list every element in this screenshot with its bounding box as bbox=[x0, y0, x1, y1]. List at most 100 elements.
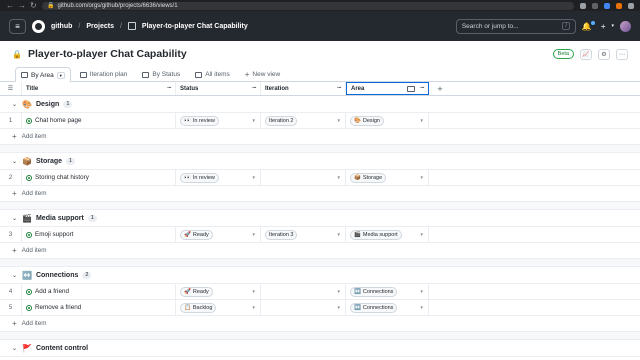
group-header[interactable]: ⌄ 🎬 Media support 1 bbox=[0, 210, 640, 227]
group-by-icon bbox=[407, 85, 415, 92]
chevron-down-icon[interactable]: ▼ bbox=[252, 232, 256, 237]
view-options-chevron-icon[interactable]: ▼ bbox=[56, 71, 65, 79]
chevron-down-icon[interactable]: ▼ bbox=[420, 175, 424, 180]
group-header[interactable]: ⌄ ↔️ Connections 2 bbox=[0, 267, 640, 284]
area-badge: 📦 Storage bbox=[350, 172, 387, 183]
table-row[interactable]: 3 Emoji support 🚀 Ready ▼ Iteration 3 ▼ 🎬 Media … bbox=[0, 227, 640, 243]
avatar[interactable] bbox=[620, 20, 631, 32]
tab-by-area[interactable]: By Area ▼ bbox=[15, 67, 71, 82]
back-icon[interactable]: ← bbox=[6, 1, 14, 10]
chevron-down-icon[interactable]: ▼ bbox=[252, 305, 256, 310]
column-menu-icon[interactable]: ··· bbox=[420, 85, 425, 92]
chevron-down-icon[interactable]: ▼ bbox=[337, 232, 341, 237]
iteration-cell[interactable]: Iteration 2 ▼ bbox=[261, 113, 346, 128]
settings-icon[interactable]: ⚙ bbox=[598, 48, 610, 60]
github-logo-icon[interactable] bbox=[32, 19, 45, 33]
column-menu-icon[interactable]: ··· bbox=[167, 85, 172, 92]
status-cell[interactable]: 👀 In review ▼ bbox=[176, 170, 261, 185]
group-header[interactable]: ⌄ 🚩 Content control bbox=[0, 340, 640, 357]
chevron-down-icon[interactable]: ▼ bbox=[252, 118, 256, 123]
chevron-down-icon[interactable]: ▼ bbox=[420, 289, 424, 294]
extension-icon[interactable] bbox=[604, 2, 610, 9]
title-cell[interactable]: Remove a friend bbox=[22, 300, 176, 315]
chevron-down-icon[interactable]: ▼ bbox=[420, 232, 424, 237]
profile-icon[interactable] bbox=[628, 2, 634, 9]
item-title[interactable]: Chat home page bbox=[35, 117, 82, 124]
area-cell[interactable]: ↔️ Connections ▼ bbox=[346, 300, 429, 315]
column-header-status[interactable]: Status ··· bbox=[176, 82, 261, 95]
breadcrumb-projects[interactable]: Projects bbox=[86, 23, 114, 30]
create-new-button[interactable]: + bbox=[601, 22, 606, 31]
item-title[interactable]: Add a friend bbox=[35, 288, 69, 295]
extension-icon[interactable] bbox=[580, 2, 586, 9]
area-cell[interactable]: 🎨 Design ▼ bbox=[346, 113, 429, 128]
item-title[interactable]: Emoji support bbox=[35, 231, 74, 238]
chevron-down-icon[interactable]: ▼ bbox=[337, 175, 341, 180]
add-item-button[interactable]: + Add item bbox=[0, 186, 640, 202]
tab-iteration-plan[interactable]: Iteration plan bbox=[74, 67, 134, 81]
chevron-down-icon[interactable]: ⌄ bbox=[12, 215, 18, 222]
iteration-cell[interactable]: ▼ bbox=[261, 284, 346, 299]
area-cell[interactable]: ↔️ Connections ▼ bbox=[346, 284, 429, 299]
chevron-down-icon[interactable]: ▼ bbox=[337, 118, 341, 123]
tab-by-status[interactable]: By Status bbox=[136, 67, 186, 81]
column-menu-icon[interactable]: ··· bbox=[252, 85, 257, 92]
area-cell[interactable]: 📦 Storage ▼ bbox=[346, 170, 429, 185]
chevron-down-icon[interactable]: ▼ bbox=[337, 305, 341, 310]
add-item-button[interactable]: + Add item bbox=[0, 243, 640, 259]
table-row[interactable]: 5 Remove a friend 📋 Backlog ▼ ▼ ↔️ Connections ▼ bbox=[0, 300, 640, 316]
status-emoji: 👀 bbox=[184, 174, 191, 181]
chevron-down-icon[interactable]: ⌄ bbox=[12, 158, 18, 165]
title-cell[interactable]: Add a friend bbox=[22, 284, 176, 299]
chevron-down-icon[interactable]: ▼ bbox=[420, 118, 424, 123]
search-input[interactable]: Search or jump to... / bbox=[455, 18, 576, 34]
chevron-down-icon[interactable]: ▼ bbox=[252, 175, 256, 180]
breadcrumb-org[interactable]: github bbox=[51, 23, 72, 30]
add-column-button[interactable]: + bbox=[429, 82, 451, 95]
status-cell[interactable]: 📋 Backlog ▼ bbox=[176, 300, 261, 315]
table-row[interactable]: 1 Chat home page 👀 In review ▼ Iteration 2 ▼ 🎨 D… bbox=[0, 113, 640, 129]
status-cell[interactable]: 🚀 Ready ▼ bbox=[176, 227, 261, 242]
add-item-button[interactable]: + Add item bbox=[0, 316, 640, 332]
title-cell[interactable]: Emoji support bbox=[22, 227, 176, 242]
iteration-cell[interactable]: Iteration 3 ▼ bbox=[261, 227, 346, 242]
chevron-down-icon[interactable]: ⌄ bbox=[12, 272, 18, 279]
new-view-button[interactable]: + New view bbox=[239, 67, 286, 81]
more-options-icon[interactable]: ⋯ bbox=[616, 48, 628, 60]
chevron-down-icon[interactable]: ⌄ bbox=[12, 345, 18, 352]
breadcrumb-project[interactable]: Player-to-player Chat Capability bbox=[142, 23, 248, 30]
title-cell[interactable]: Storing chat history bbox=[22, 170, 176, 185]
chevron-down-icon[interactable]: ▼ bbox=[337, 289, 341, 294]
table-row[interactable]: 4 Add a friend 🚀 Ready ▼ ▼ ↔️ Connections ▼ bbox=[0, 284, 640, 300]
filter-icon[interactable]: ☰ bbox=[0, 82, 22, 95]
chevron-down-icon[interactable]: ⌄ bbox=[12, 101, 18, 108]
table-row[interactable]: 2 Storing chat history 👀 In review ▼ ▼ 📦 Storag… bbox=[0, 170, 640, 186]
menu-icon[interactable]: ≡ bbox=[9, 18, 26, 34]
add-item-button[interactable]: + Add item bbox=[0, 129, 640, 145]
item-title[interactable]: Storing chat history bbox=[35, 174, 89, 181]
group-header[interactable]: ⌄ 🎨 Design 1 bbox=[0, 96, 640, 113]
column-menu-icon[interactable]: ··· bbox=[337, 85, 342, 92]
forward-icon[interactable]: → bbox=[18, 1, 26, 10]
status-cell[interactable]: 👀 In review ▼ bbox=[176, 113, 261, 128]
address-bar[interactable]: 🔒 github.com/orgs/github/projects/6636/v… bbox=[42, 1, 574, 10]
reload-icon[interactable]: ↻ bbox=[30, 1, 37, 10]
extension-icon[interactable] bbox=[616, 2, 622, 9]
status-cell[interactable]: 🚀 Ready ▼ bbox=[176, 284, 261, 299]
area-cell[interactable]: 🎬 Media support ▼ bbox=[346, 227, 429, 242]
extension-icon[interactable] bbox=[592, 2, 598, 9]
item-title[interactable]: Remove a friend bbox=[35, 304, 81, 311]
chevron-down-icon[interactable]: ▼ bbox=[252, 289, 256, 294]
column-header-iteration[interactable]: Iteration ··· bbox=[261, 82, 346, 95]
tab-all-items[interactable]: All items bbox=[189, 67, 236, 81]
column-header-title[interactable]: Title ··· bbox=[22, 82, 176, 95]
title-cell[interactable]: Chat home page bbox=[22, 113, 176, 128]
chevron-down-icon[interactable]: ▼ bbox=[420, 305, 424, 310]
column-header-area[interactable]: Area ··· bbox=[346, 82, 429, 95]
group-header[interactable]: ⌄ 📦 Storage 1 bbox=[0, 153, 640, 170]
chevron-down-icon[interactable]: ▾ bbox=[611, 23, 614, 29]
url-text: github.com/orgs/github/projects/6636/vie… bbox=[57, 2, 178, 9]
iteration-cell[interactable]: ▼ bbox=[261, 170, 346, 185]
iteration-cell[interactable]: ▼ bbox=[261, 300, 346, 315]
insights-icon[interactable]: 📈 bbox=[580, 48, 592, 60]
